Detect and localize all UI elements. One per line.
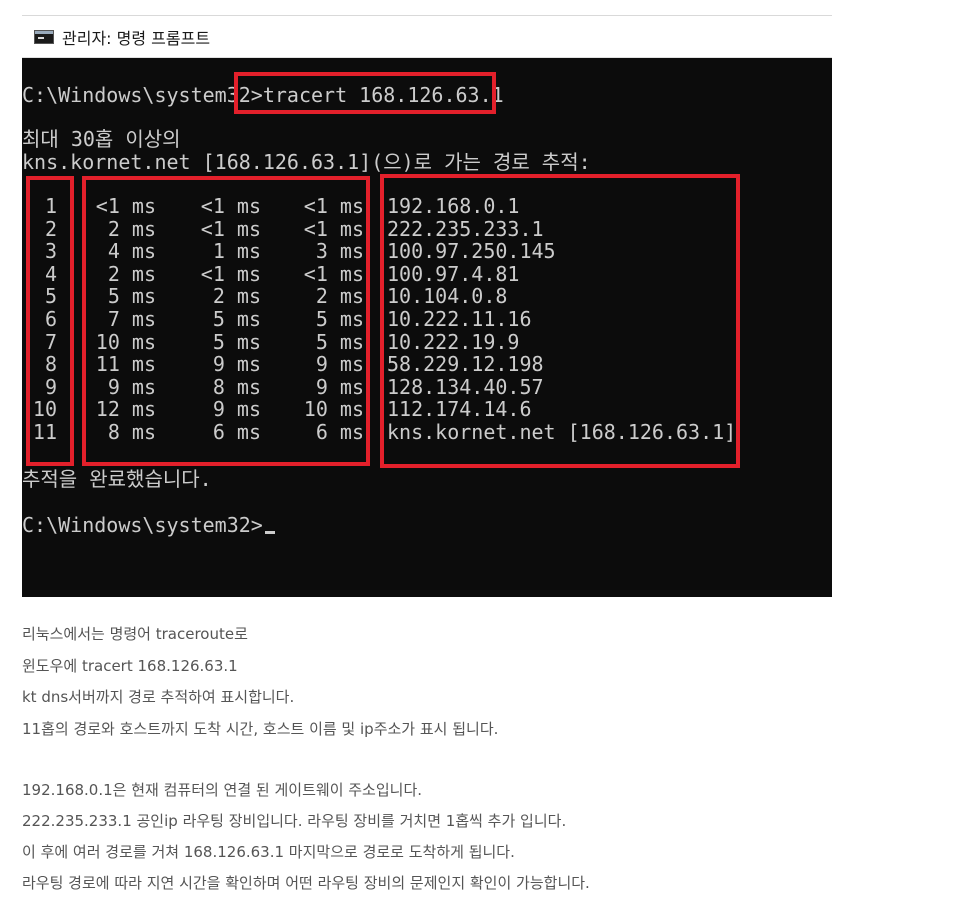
command-prompt-window[interactable]: 관리자: 명령 프롬프트 C:\Windows\system32>tracert… — [22, 15, 832, 597]
trace-header-line1: 최대 30홉 이상의 — [22, 127, 181, 151]
description-line: 리눅스에서는 명령어 traceroute로 — [22, 625, 248, 643]
description-line: 11홉의 경로와 호스트까지 도착 시간, 호스트 이름 및 ip주소가 표시 … — [22, 720, 499, 738]
window-titlebar[interactable]: 관리자: 명령 프롬프트 — [22, 16, 832, 58]
highlight-box-hosts — [380, 174, 740, 468]
prompt-text: C:\Windows\system32> — [22, 83, 263, 107]
description-line: 이 후에 여러 경로를 거쳐 168.126.63.1 마지막으로 경로로 도착… — [22, 843, 515, 861]
trace-header-line2: kns.kornet.net [168.126.63.1](으)로 가는 경로 … — [22, 150, 591, 174]
description-line: 윈도우에 tracert 168.126.63.1 — [22, 657, 238, 675]
cmd-icon — [34, 29, 54, 44]
description-line: 192.168.0.1은 현재 컴퓨터의 연결 된 게이트웨이 주소입니다. — [22, 781, 423, 799]
description-line: 222.235.233.1 공인ip 라우팅 장비입니다. 라우팅 장비를 거치… — [22, 812, 567, 830]
text-cursor — [264, 531, 275, 534]
highlight-box-latency — [82, 176, 370, 466]
description-line: kt dns서버까지 경로 추적하여 표시합니다. — [22, 688, 295, 706]
trace-complete-text: 추적을 완료했습니다. — [22, 467, 212, 491]
window-title: 관리자: 명령 프롬프트 — [62, 28, 211, 48]
highlight-box-hop-numbers — [26, 176, 74, 466]
prompt-text: C:\Windows\system32> — [22, 513, 263, 537]
highlight-box-command — [234, 72, 496, 114]
prompt-line[interactable]: C:\Windows\system32> — [22, 514, 275, 537]
description-line: 라우팅 경로에 따라 지연 시간을 확인하며 어떤 라우팅 장비의 문제인지 확… — [22, 874, 590, 892]
